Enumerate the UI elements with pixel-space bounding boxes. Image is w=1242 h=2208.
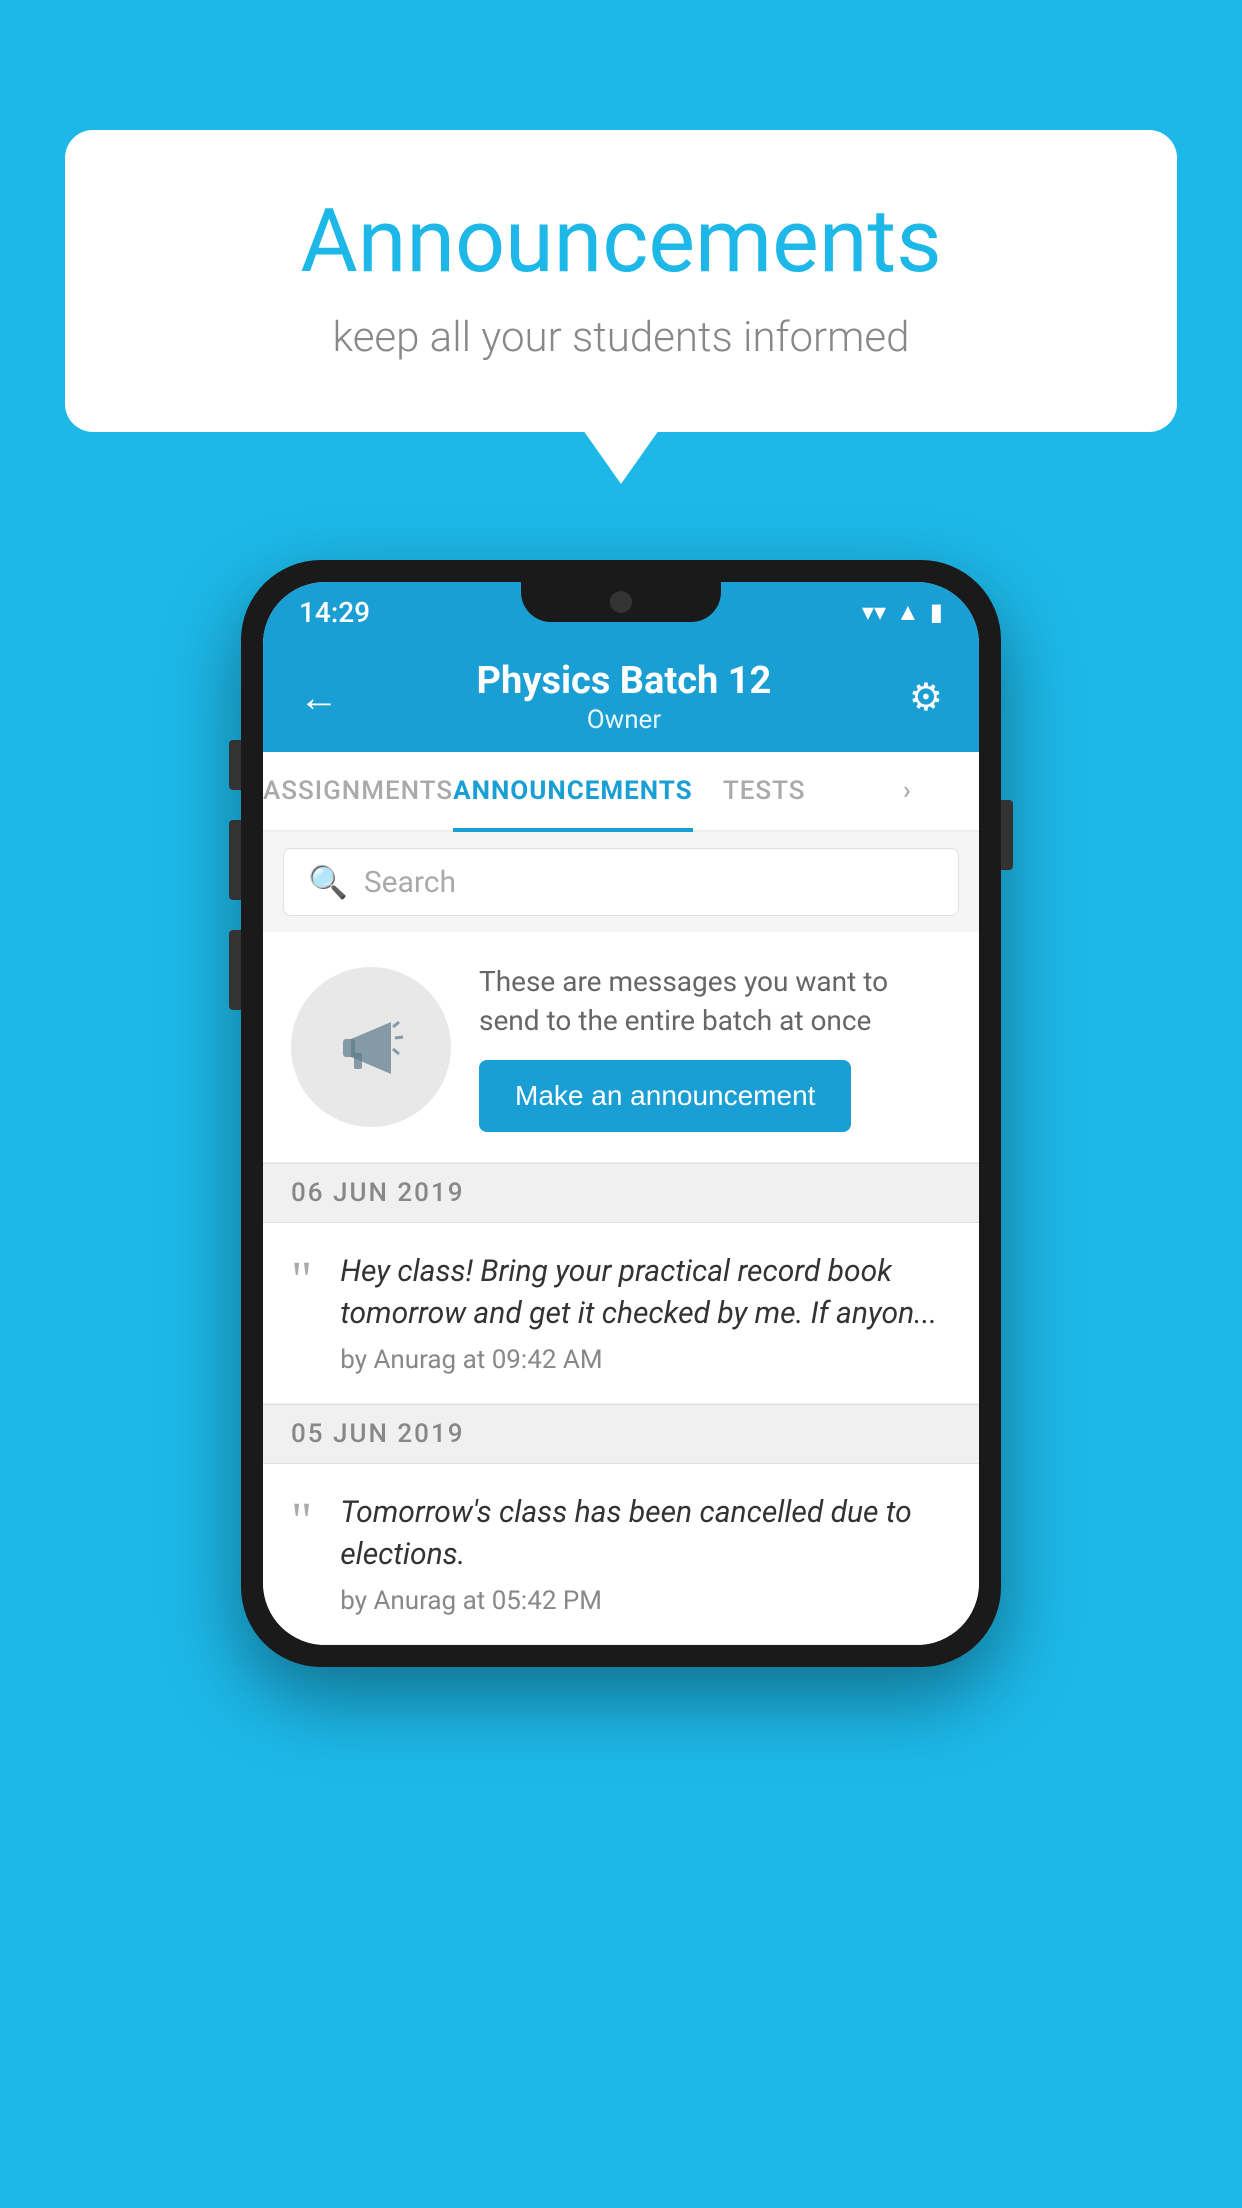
- power-button: [1001, 800, 1013, 870]
- announcement-icon-circle: [291, 967, 451, 1127]
- make-announcement-button[interactable]: Make an announcement: [479, 1060, 851, 1132]
- status-time: 14:29: [299, 596, 370, 629]
- megaphone-icon: [331, 1007, 411, 1087]
- speech-bubble-container: Announcements keep all your students inf…: [65, 130, 1177, 432]
- wifi-icon: ▾▾: [862, 598, 886, 626]
- announcement-banner: These are messages you want to send to t…: [263, 932, 979, 1163]
- volume-silent-button: [229, 740, 241, 790]
- volume-up-button: [229, 820, 241, 900]
- message-author-2: by Anurag at 05:42 PM: [340, 1586, 951, 1616]
- message-content-2: Tomorrow's class has been cancelled due …: [340, 1492, 951, 1616]
- status-icons: ▾▾ ▲ ▮: [862, 598, 943, 627]
- tab-tests[interactable]: TESTS: [693, 752, 836, 830]
- front-camera: [610, 591, 632, 613]
- search-icon: 🔍: [308, 863, 348, 901]
- app-bar-subtitle: Owner: [477, 705, 772, 735]
- message-content-1: Hey class! Bring your practical record b…: [340, 1251, 951, 1375]
- speech-bubble-subtitle: keep all your students informed: [145, 313, 1097, 362]
- app-bar-title-block: Physics Batch 12 Owner: [477, 659, 772, 735]
- speech-bubble: Announcements keep all your students inf…: [65, 130, 1177, 432]
- tabs-bar: ASSIGNMENTS ANNOUNCEMENTS TESTS ›: [263, 752, 979, 832]
- battery-icon: ▮: [930, 598, 943, 626]
- date-separator-1: 06 JUN 2019: [263, 1163, 979, 1223]
- search-container: 🔍 Search: [263, 832, 979, 932]
- announcement-description: These are messages you want to send to t…: [479, 962, 951, 1040]
- search-placeholder-text: Search: [364, 865, 456, 900]
- back-button[interactable]: ←: [299, 674, 339, 721]
- speech-bubble-title: Announcements: [145, 190, 1097, 293]
- message-item-2: " Tomorrow's class has been cancelled du…: [263, 1464, 979, 1645]
- message-text-2: Tomorrow's class has been cancelled due …: [340, 1492, 951, 1576]
- phone-screen: 14:29 ▾▾ ▲ ▮ ← Physics Batch 12 Owner ⚙ …: [263, 582, 979, 1645]
- search-bar[interactable]: 🔍 Search: [283, 848, 959, 916]
- phone-outer: 14:29 ▾▾ ▲ ▮ ← Physics Batch 12 Owner ⚙ …: [241, 560, 1001, 1667]
- app-bar-title: Physics Batch 12: [477, 659, 772, 703]
- phone-notch: [521, 582, 721, 622]
- message-author-1: by Anurag at 09:42 AM: [340, 1345, 951, 1375]
- date-separator-2: 05 JUN 2019: [263, 1404, 979, 1464]
- message-item-1: " Hey class! Bring your practical record…: [263, 1223, 979, 1404]
- quote-icon-1: ": [291, 1255, 312, 1375]
- tab-announcements[interactable]: ANNOUNCEMENTS: [453, 752, 692, 830]
- app-bar: ← Physics Batch 12 Owner ⚙: [263, 642, 979, 752]
- message-text-1: Hey class! Bring your practical record b…: [340, 1251, 951, 1335]
- announcement-right: These are messages you want to send to t…: [479, 962, 951, 1132]
- tab-assignments[interactable]: ASSIGNMENTS: [263, 752, 453, 830]
- settings-icon[interactable]: ⚙: [909, 675, 943, 720]
- phone-wrapper: 14:29 ▾▾ ▲ ▮ ← Physics Batch 12 Owner ⚙ …: [241, 560, 1001, 1667]
- quote-icon-2: ": [291, 1496, 312, 1616]
- tab-more[interactable]: ›: [836, 752, 979, 830]
- signal-icon: ▲: [896, 598, 920, 627]
- volume-down-button: [229, 930, 241, 1010]
